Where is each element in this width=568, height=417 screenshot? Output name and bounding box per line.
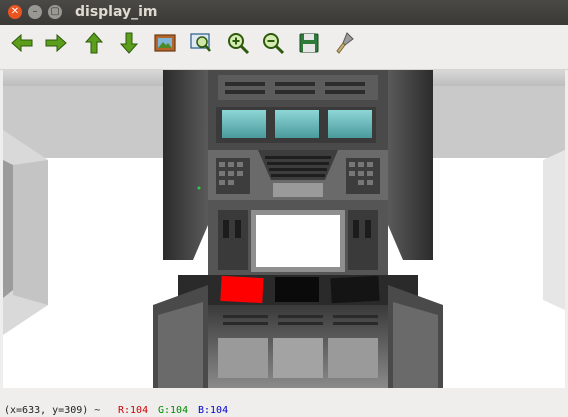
- cursor-coordinates: (x=633, y=309) ~: [4, 405, 101, 416]
- zoom-to-rect-button[interactable]: [187, 29, 215, 57]
- pan-left-button[interactable]: [8, 29, 36, 57]
- zoom-out-button[interactable]: [259, 29, 287, 57]
- blue-value: B:104: [198, 405, 229, 416]
- status-bar: (x=633, y=309) ~ R:104 G:104 B:104: [0, 400, 568, 417]
- zoom-in-button[interactable]: [224, 29, 252, 57]
- pan-right-button[interactable]: [42, 29, 70, 57]
- zoom-rect-icon: [190, 33, 211, 52]
- properties-button[interactable]: [331, 29, 359, 57]
- arrow-left-icon: [11, 33, 33, 53]
- zoom-in-icon: [228, 33, 250, 55]
- reset-view-button[interactable]: [151, 29, 179, 57]
- maximize-window-button[interactable]: ▢: [48, 5, 62, 19]
- floppy-icon: [299, 33, 319, 53]
- toolbar: [0, 25, 568, 70]
- brush-icon: [336, 32, 354, 54]
- close-window-button[interactable]: ✕: [8, 5, 22, 19]
- image-view[interactable]: [3, 70, 565, 388]
- save-button[interactable]: [295, 29, 323, 57]
- image-icon: [154, 34, 176, 52]
- arrow-right-icon: [45, 33, 67, 53]
- arrow-up-icon: [84, 32, 104, 54]
- zoom-out-icon: [263, 33, 285, 55]
- pan-down-button[interactable]: [115, 29, 143, 57]
- window-title: display_im: [75, 4, 158, 20]
- title-bar: ✕ – ▢ display_im: [0, 0, 568, 25]
- arrow-down-icon: [119, 32, 139, 54]
- red-value: R:104: [118, 405, 149, 416]
- minimize-window-button[interactable]: –: [28, 5, 42, 19]
- rendered-scene-image: [3, 70, 565, 388]
- pan-up-button[interactable]: [80, 29, 108, 57]
- green-value: G:104: [158, 405, 189, 416]
